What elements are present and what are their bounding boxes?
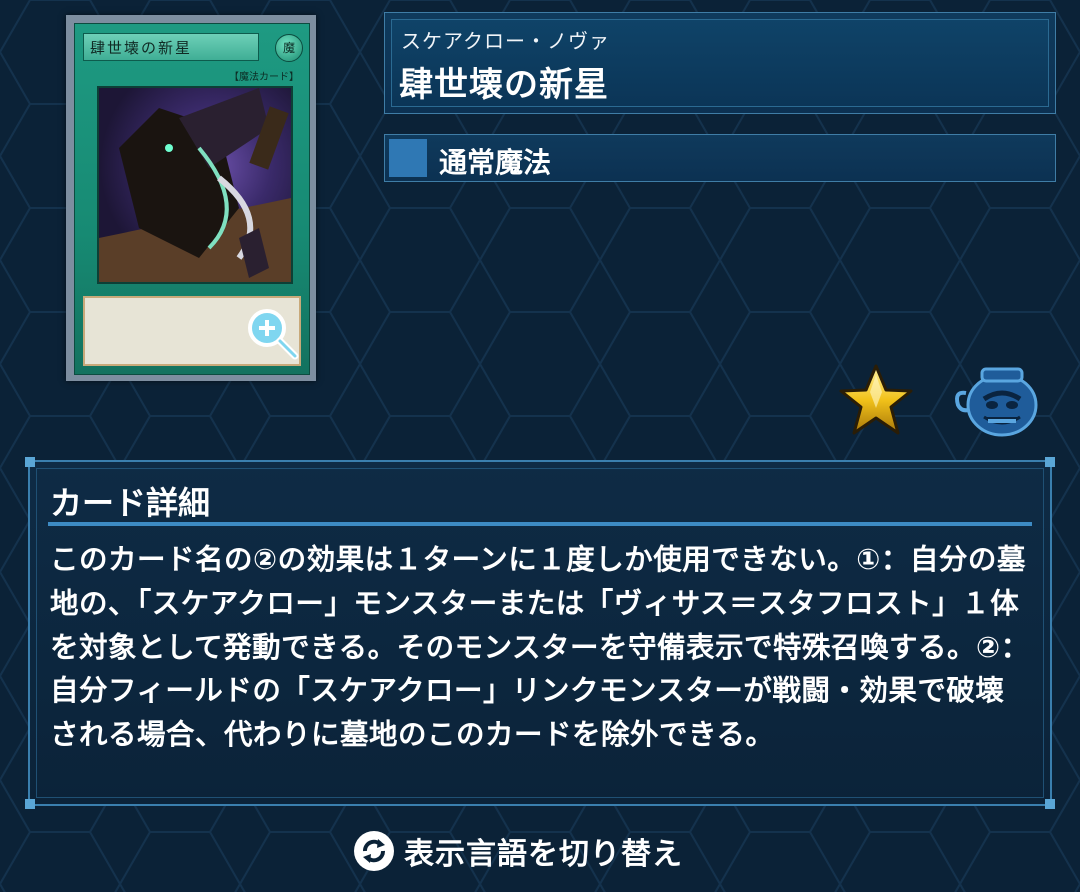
card-image-type: 【魔法カード】 (229, 72, 299, 83)
card-image-name: 肆世壊の新星 (83, 33, 259, 61)
language-switch-icon[interactable] (354, 831, 394, 871)
card-detail-title: カード詳細 (50, 484, 211, 522)
zoom-in-icon[interactable] (245, 306, 299, 360)
card-type-panel: 通常魔法 (384, 134, 1056, 182)
card-image[interactable]: 肆世壊の新星 魔 【魔法カード】 (66, 15, 316, 381)
toggle-language-button[interactable]: 表示言語を切り替え (354, 826, 683, 876)
spell-attribute-icon: 魔 (275, 34, 303, 62)
divider (48, 522, 1032, 526)
card-effect-text: このカード名の②の効果は１ターンに１度しか使用できない。①：自分の墓地の、「スケ… (50, 543, 1030, 752)
type-color-chip (389, 139, 427, 177)
rarity-star-icon (839, 364, 913, 435)
card-name-ruby: スケアクロー・ノヴァ (401, 29, 610, 53)
card-name: 肆世壊の新星 (399, 65, 609, 105)
card-type-label: 通常魔法 (439, 146, 552, 179)
card-face: 肆世壊の新星 魔 【魔法カード】 (74, 23, 310, 375)
card-name-panel: スケアクロー・ノヴァ 肆世壊の新星 (384, 12, 1056, 114)
pot-of-greed-icon[interactable] (952, 365, 1040, 439)
card-artwork (97, 86, 293, 284)
toggle-language-label[interactable]: 表示言語を切り替え (404, 829, 683, 873)
card-text-box (83, 296, 301, 366)
card-detail-panel: カード詳細 このカード名の②の効果は１ターンに１度しか使用できない。①：自分の墓… (25, 457, 1055, 809)
